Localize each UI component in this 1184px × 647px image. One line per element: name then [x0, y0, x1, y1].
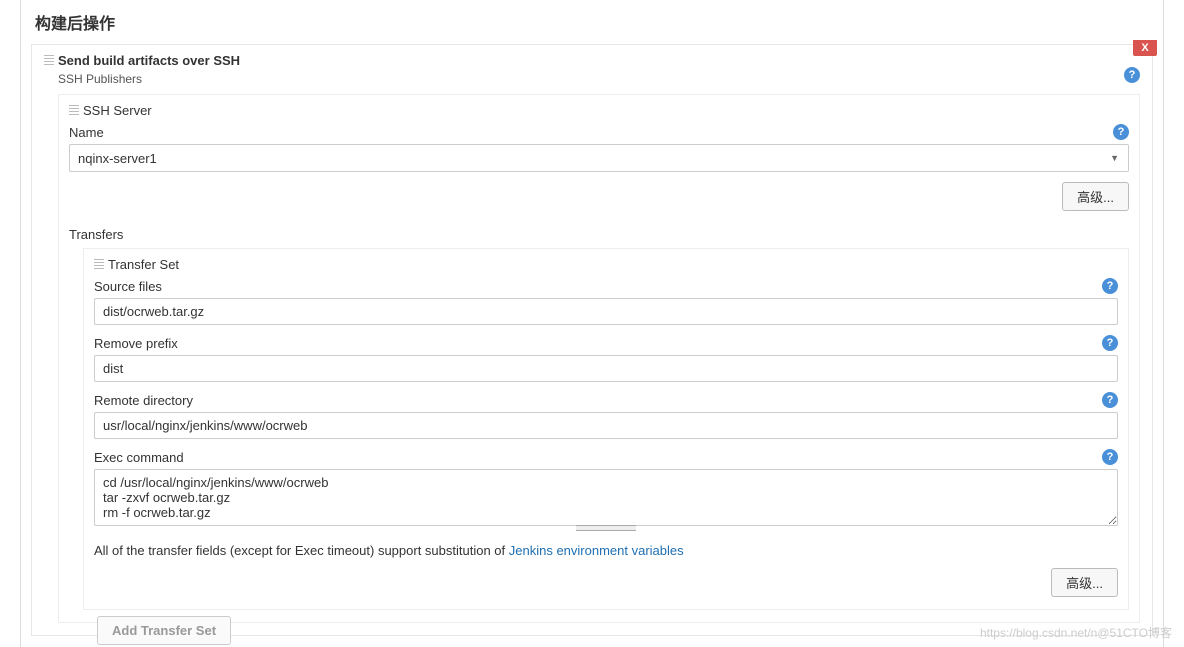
build-step-ssh: X ? Send build artifacts over SSH SSH Pu…: [31, 44, 1153, 636]
source-files-label: Source files: [94, 279, 162, 294]
transfer-set-block: Transfer Set Source files ? Remove prefi…: [83, 248, 1129, 610]
step-header: Send build artifacts over SSH: [44, 53, 1140, 68]
add-transfer-set-button[interactable]: Add Transfer Set: [97, 616, 231, 645]
remove-prefix-input[interactable]: [94, 355, 1118, 382]
advanced-button[interactable]: 高级...: [1051, 568, 1118, 597]
ssh-server-header: SSH Server: [69, 103, 1129, 118]
help-icon[interactable]: ?: [1102, 278, 1118, 294]
transfer-set-header: Transfer Set: [94, 257, 1118, 272]
jenkins-env-link[interactable]: Jenkins environment variables: [509, 543, 684, 558]
help-icon[interactable]: ?: [1102, 449, 1118, 465]
step-title: Send build artifacts over SSH: [58, 53, 240, 68]
hint-text: All of the transfer fields (except for E…: [94, 543, 1118, 558]
transfers-label: Transfers: [69, 227, 1129, 242]
help-icon[interactable]: ?: [1102, 335, 1118, 351]
remove-prefix-label: Remove prefix: [94, 336, 178, 351]
publishers-label: SSH Publishers: [58, 72, 1140, 86]
help-icon[interactable]: ?: [1102, 392, 1118, 408]
help-icon[interactable]: ?: [1124, 67, 1140, 83]
drag-handle-icon[interactable]: [44, 55, 54, 67]
delete-step-button[interactable]: X: [1133, 40, 1157, 56]
exec-command-label: Exec command: [94, 450, 184, 465]
name-label: Name: [69, 125, 104, 140]
resize-handle-icon[interactable]: [576, 525, 636, 531]
source-files-input[interactable]: [94, 298, 1118, 325]
section-title: 构建后操作: [21, 0, 1163, 44]
ssh-server-block: SSH Server Name ? nqinx-server1 高级... Tr…: [58, 94, 1140, 623]
remote-directory-label: Remote directory: [94, 393, 193, 408]
transfer-set-title: Transfer Set: [108, 257, 179, 272]
drag-handle-icon[interactable]: [69, 105, 79, 117]
help-icon[interactable]: ?: [1113, 124, 1129, 140]
server-name-select[interactable]: nqinx-server1: [69, 144, 1129, 172]
remote-directory-input[interactable]: [94, 412, 1118, 439]
exec-command-textarea[interactable]: [94, 469, 1118, 526]
hint-prefix: All of the transfer fields (except for E…: [94, 543, 509, 558]
advanced-button[interactable]: 高级...: [1062, 182, 1129, 211]
drag-handle-icon[interactable]: [94, 259, 104, 271]
ssh-server-title: SSH Server: [83, 103, 152, 118]
